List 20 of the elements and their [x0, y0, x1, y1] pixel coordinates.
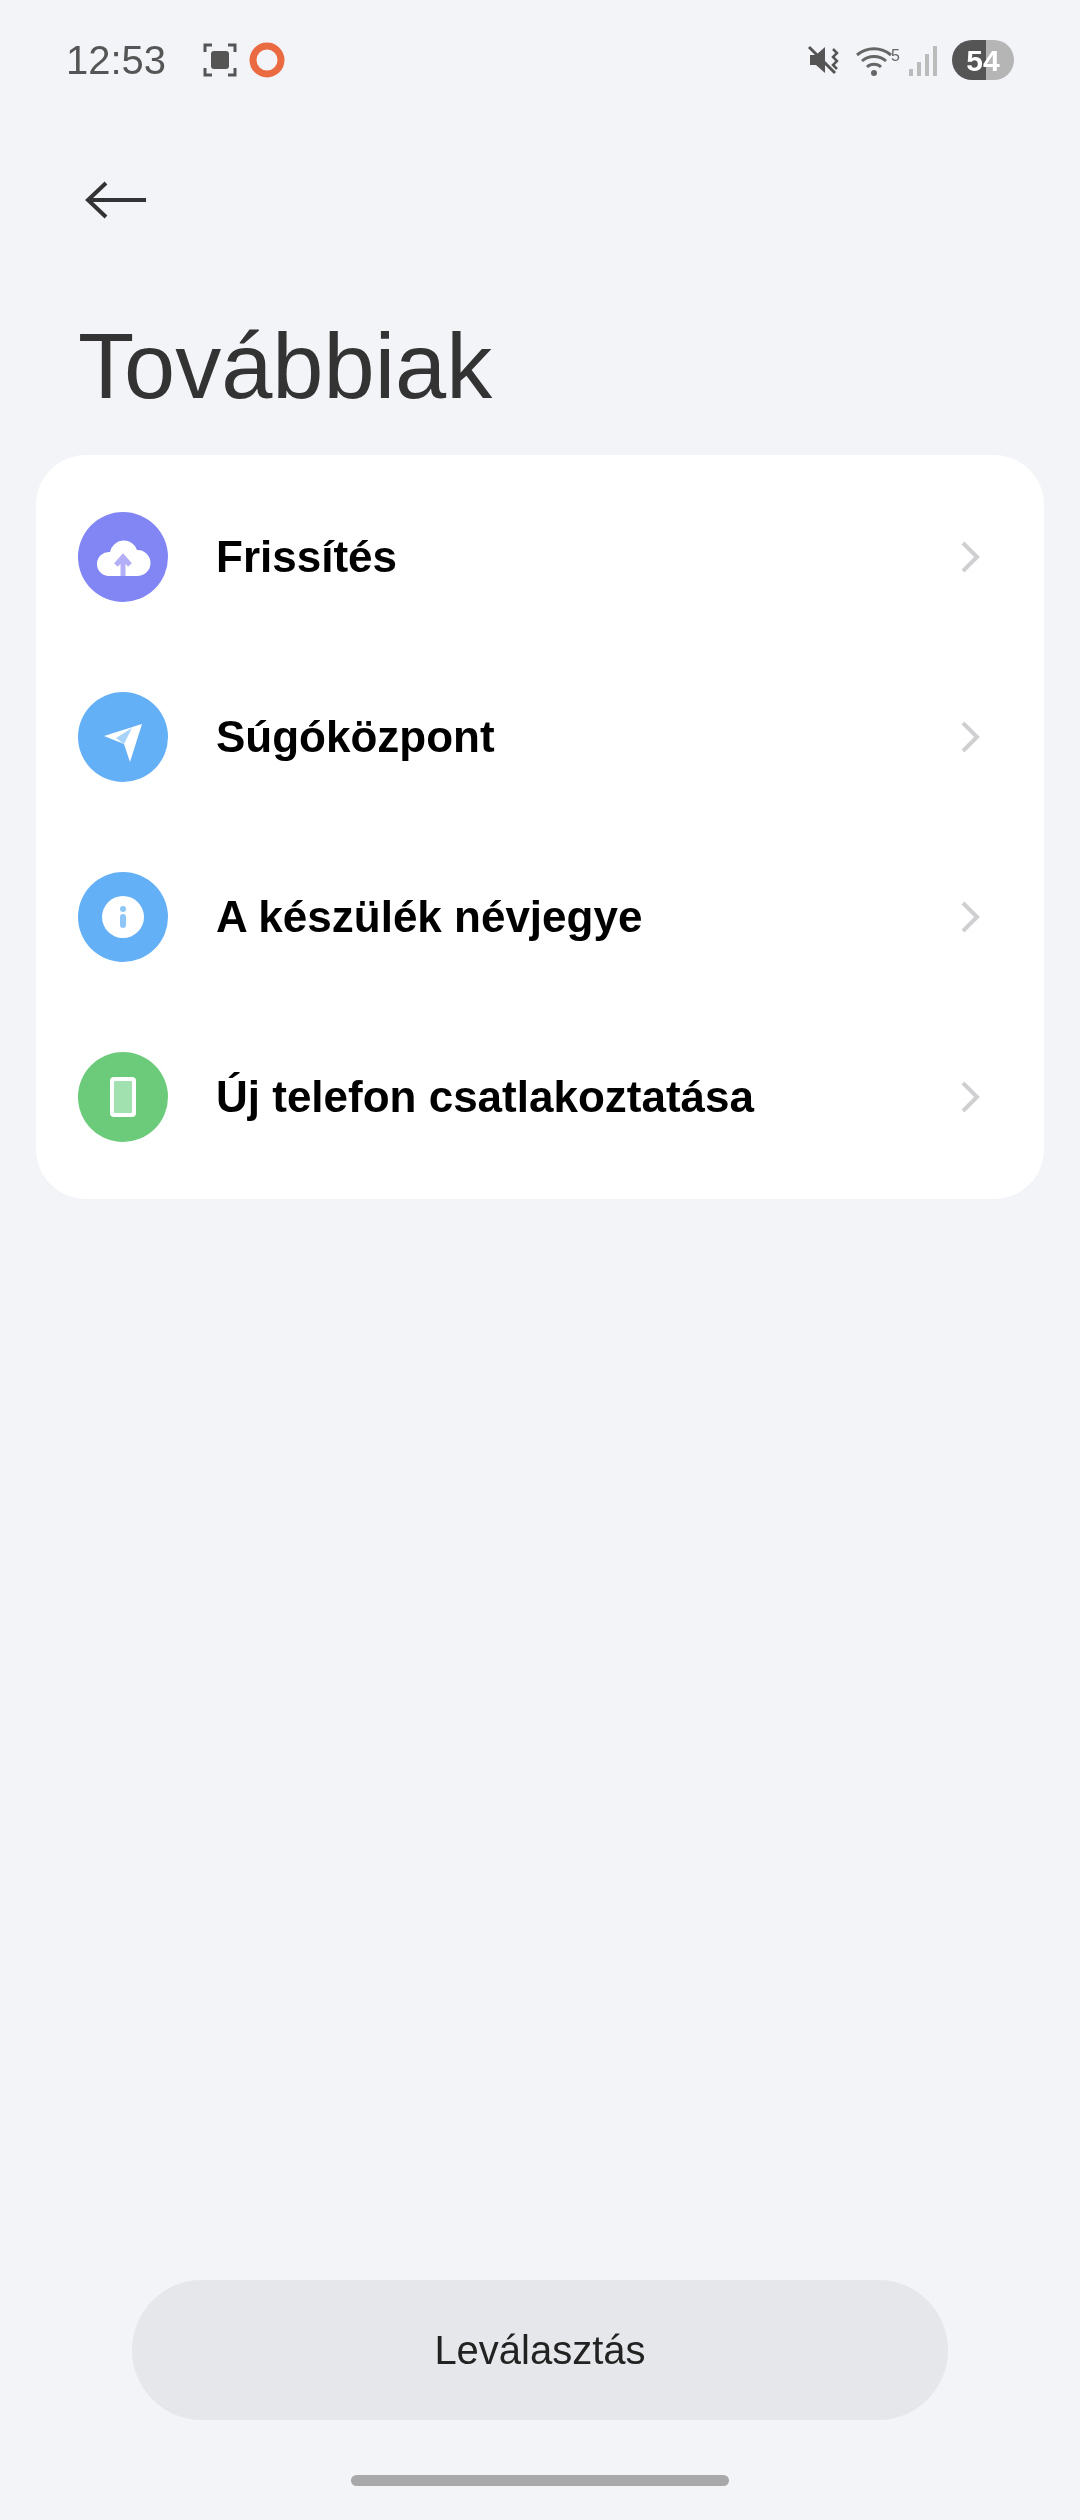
chevron-icon	[960, 720, 980, 754]
back-arrow-icon	[84, 180, 148, 220]
status-time: 12:53	[66, 37, 167, 84]
screenshot-icon	[202, 42, 239, 78]
signal-icon	[908, 43, 938, 77]
settings-item[interactable]: Új telefon csatlakoztatása	[36, 1007, 1044, 1187]
item-label: A készülék névjegye	[216, 891, 644, 943]
item-label: Súgóközpont	[216, 711, 496, 763]
item-label: Frissítés	[216, 531, 398, 583]
chevron-icon	[960, 540, 980, 574]
record-icon	[248, 41, 287, 79]
settings-item[interactable]: Frissítés	[36, 467, 1044, 647]
disconnect-button[interactable]: Leválasztás	[132, 2280, 948, 2420]
network-type-label: 5	[891, 46, 900, 66]
settings-item[interactable]: Súgóközpont	[36, 647, 1044, 827]
settings-item[interactable]: A készülék névjegye	[36, 827, 1044, 1007]
chevron-icon	[960, 900, 980, 934]
chevron-icon	[960, 1080, 980, 1114]
page-title: Továbbiak	[77, 314, 494, 419]
item-label: Új telefon csatlakoztatása	[216, 1071, 756, 1123]
